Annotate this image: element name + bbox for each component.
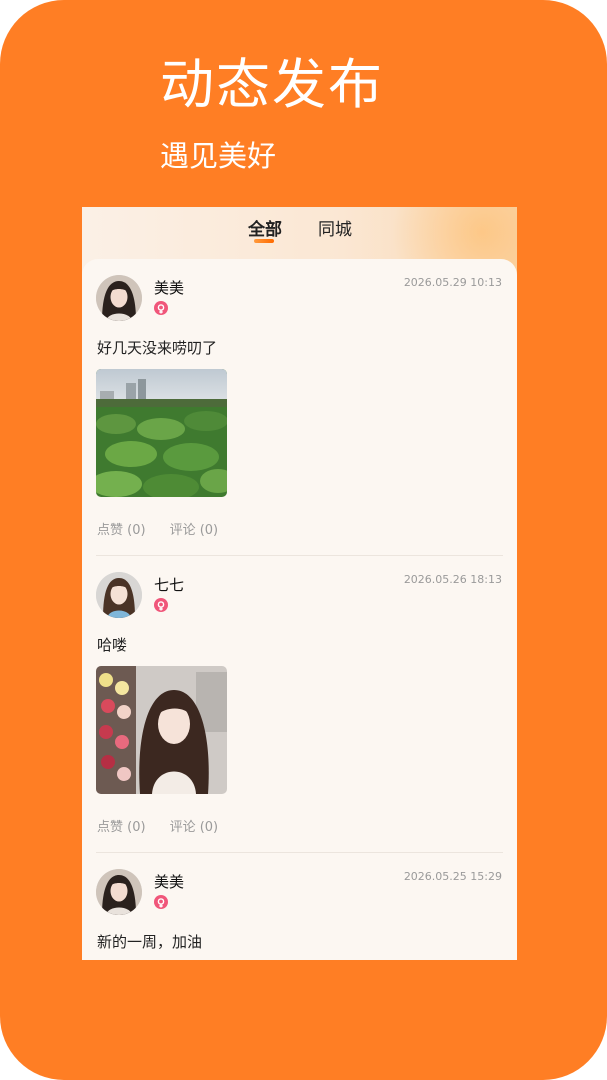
tab-same-city[interactable]: 同城 [318,215,352,240]
post-card: 美美 2026.05.29 10:13 好几天没来唠叨了 点赞 (0) 评论 (… [82,259,517,556]
post-actions: 点赞 (0) 评论 (0) [97,519,218,538]
avatar[interactable] [96,869,142,915]
post-feed[interactable]: 美美 2026.05.29 10:13 好几天没来唠叨了 点赞 (0) 评论 (… [82,259,517,960]
lotus-pond-photo[interactable] [96,369,227,497]
post-text: 哈喽 [97,636,128,654]
post-timestamp: 2026.05.25 15:29 [403,870,502,883]
like-button[interactable]: 点赞 (0) [97,816,146,835]
female-icon [154,301,168,315]
avatar[interactable] [96,572,142,618]
post-actions: 点赞 (0) 评论 (0) [97,816,218,835]
female-icon [154,598,168,612]
username[interactable]: 七七 [154,574,184,595]
woman-with-roses-photo[interactable] [96,666,227,794]
post-text: 好几天没来唠叨了 [97,339,218,357]
avatar[interactable] [96,275,142,321]
post-timestamp: 2026.05.29 10:13 [403,276,502,289]
username[interactable]: 美美 [154,277,184,298]
promo-subtitle: 遇见美好 [160,139,277,173]
like-button[interactable]: 点赞 (0) [97,519,146,538]
promo-background: 动态发布 遇见美好 全部 同城 美美 2026.05.29 10:13 好几天没… [0,0,607,1080]
comment-button[interactable]: 评论 (0) [170,519,219,538]
post-card: 七七 2026.05.26 18:13 哈喽 点赞 (0) 评论 (0) [82,556,517,853]
comment-button[interactable]: 评论 (0) [170,816,219,835]
promo-title: 动态发布 [160,53,384,116]
active-tab-indicator [254,239,274,243]
female-icon [154,895,168,909]
post-timestamp: 2026.05.26 18:13 [403,573,502,586]
feed-tabs: 全部 同城 [82,215,517,245]
tab-all[interactable]: 全部 [248,215,282,240]
post-card: 美美 2026.05.25 15:29 新的一周，加油 [82,853,517,960]
post-text: 新的一周，加油 [97,933,203,951]
username[interactable]: 美美 [154,871,184,892]
app-screen: 全部 同城 美美 2026.05.29 10:13 好几天没来唠叨了 点赞 (0… [82,207,517,960]
